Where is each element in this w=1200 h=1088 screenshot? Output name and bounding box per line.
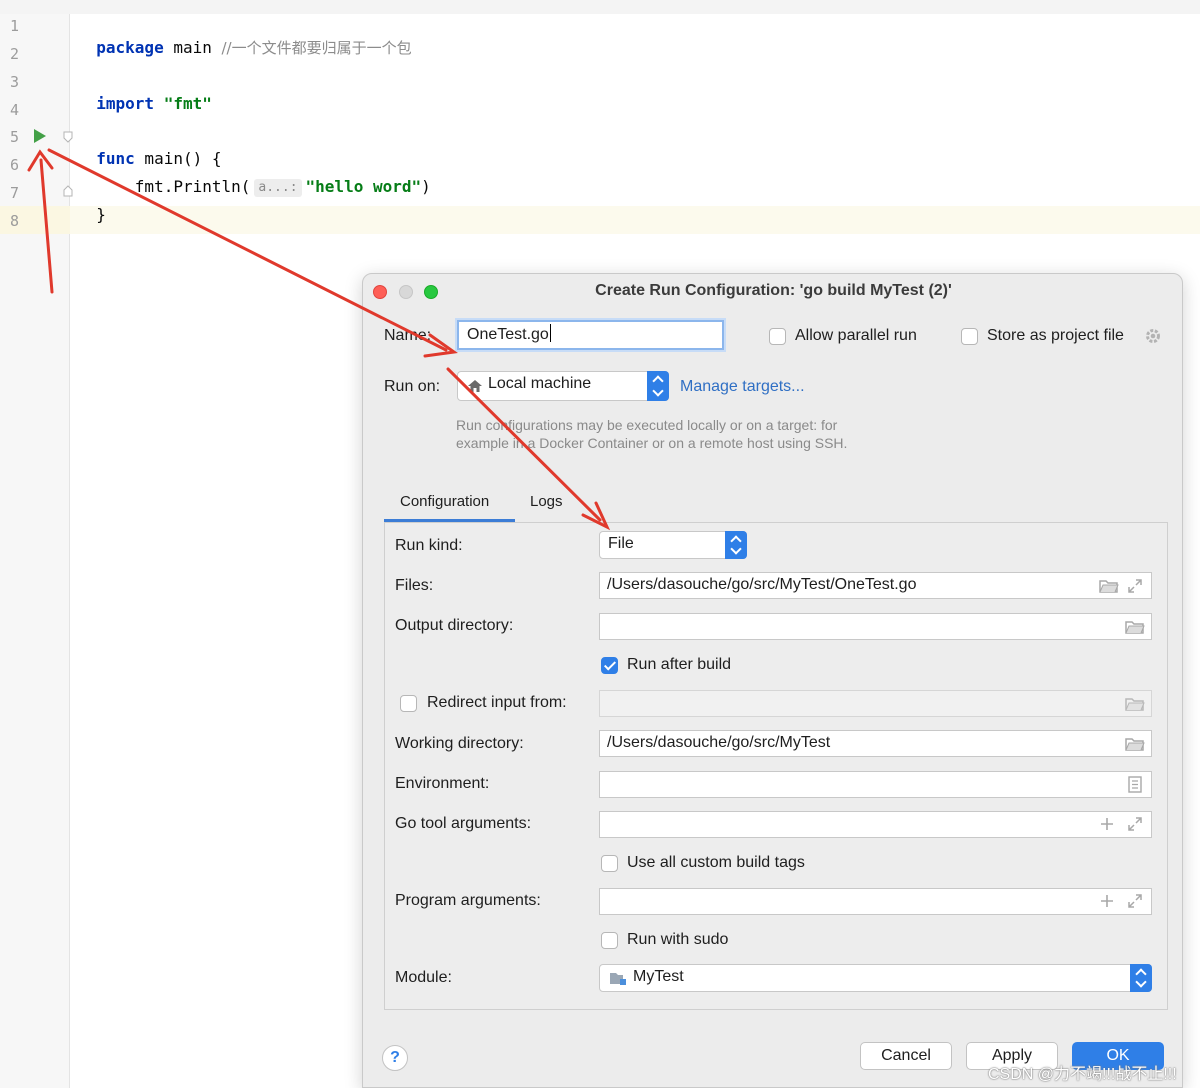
- run-after-build-label: Run after build: [627, 656, 732, 673]
- run-on-description-line: Run configurations may be executed local…: [456, 417, 838, 433]
- code-line-7[interactable]: }: [77, 182, 106, 226]
- code-line-6[interactable]: fmt.Println(a...: "hello word"): [77, 154, 431, 198]
- redirect-input-label: Redirect input from:: [427, 694, 567, 711]
- files-input[interactable]: /Users/dasouche/go/src/MyTest/OneTest.go: [599, 572, 1152, 599]
- line-number: 5: [10, 128, 20, 146]
- line-number: 6: [10, 156, 20, 174]
- expand-icon[interactable]: [1127, 893, 1143, 909]
- allow-parallel-label: Allow parallel run: [795, 327, 917, 344]
- program-arguments-label: Program arguments:: [395, 892, 541, 909]
- line-number: 4: [10, 101, 20, 119]
- manage-targets-link[interactable]: Manage targets...: [680, 378, 805, 396]
- custom-build-tags-label: Use all custom build tags: [627, 854, 805, 871]
- plus-icon[interactable]: [1100, 817, 1114, 831]
- code-string: "fmt": [154, 94, 212, 113]
- run-on-label: Run on:: [384, 378, 441, 395]
- redirect-input-field[interactable]: [599, 690, 1152, 717]
- list-icon[interactable]: [1128, 776, 1142, 793]
- fold-icon[interactable]: [63, 185, 73, 197]
- run-on-description-line: example in a Docker Container or on a re…: [456, 435, 848, 451]
- folder-icon[interactable]: [1125, 736, 1145, 752]
- line-number: 2: [10, 45, 20, 63]
- working-directory-value: /Users/dasouche/go/src/MyTest: [607, 734, 831, 751]
- name-input[interactable]: OneTest.go: [457, 320, 724, 350]
- output-directory-label: Output directory:: [395, 617, 514, 634]
- code-comment: //一个文件都要归属于一个包: [221, 39, 412, 57]
- code-keyword: import: [96, 94, 155, 113]
- code-string: "hello word": [305, 177, 422, 196]
- store-project-file-label: Store as project file: [987, 327, 1124, 344]
- watermark: CSDN @力不竭!!!战不止!!!: [988, 1066, 1177, 1083]
- code-text: }: [96, 205, 106, 224]
- fold-icon[interactable]: [63, 131, 73, 143]
- dialog-title: Create Run Configuration: 'go build MyTe…: [595, 282, 952, 299]
- chevron-updown-icon: [1130, 964, 1152, 992]
- plus-icon[interactable]: [1100, 894, 1114, 908]
- run-kind-value: File: [608, 535, 634, 552]
- files-label: Files:: [395, 577, 434, 594]
- current-line-highlight: [70, 206, 1200, 234]
- run-on-value: Local machine: [488, 375, 592, 392]
- run-on-description: Run configurations may be executed local…: [456, 416, 847, 452]
- text-caret: [549, 324, 551, 342]
- run-kind-label: Run kind:: [395, 537, 463, 554]
- parameter-hint: a...:: [254, 179, 302, 197]
- code-line-1[interactable]: package main //一个文件都要归属于一个包: [77, 15, 412, 59]
- code-text: main: [163, 38, 222, 57]
- custom-build-tags-checkbox[interactable]: [601, 855, 618, 872]
- files-input-value: /Users/dasouche/go/src/MyTest/OneTest.go: [607, 576, 917, 593]
- module-icon: [610, 973, 626, 985]
- redirect-input-checkbox[interactable]: [400, 695, 417, 712]
- editor-top-strip: [0, 0, 1200, 14]
- working-directory-input[interactable]: /Users/dasouche/go/src/MyTest: [599, 730, 1152, 757]
- folder-icon[interactable]: [1125, 619, 1145, 635]
- editor-gutter: [0, 14, 70, 1088]
- line-number: 7: [10, 184, 20, 202]
- run-kind-select[interactable]: File: [599, 531, 747, 559]
- code-keyword: package: [96, 38, 164, 57]
- help-button[interactable]: ?: [382, 1045, 408, 1071]
- tab-configuration[interactable]: Configuration: [400, 493, 489, 510]
- line-number: 3: [10, 73, 20, 91]
- program-arguments-input[interactable]: [599, 888, 1152, 915]
- run-configuration-dialog: Create Run Configuration: 'go build MyTe…: [362, 273, 1183, 1088]
- go-tool-arguments-input[interactable]: [599, 811, 1152, 838]
- store-project-file-checkbox[interactable]: [961, 328, 978, 345]
- folder-icon[interactable]: [1125, 696, 1145, 712]
- working-directory-label: Working directory:: [395, 735, 524, 752]
- chevron-updown-icon: [647, 371, 669, 401]
- module-value: MyTest: [633, 968, 684, 985]
- run-after-build-checkbox[interactable]: [601, 657, 618, 674]
- code-line-3[interactable]: import "fmt": [77, 71, 212, 115]
- run-icon[interactable]: [33, 128, 47, 144]
- module-select[interactable]: MyTest: [599, 964, 1152, 992]
- line-number: 1: [10, 17, 20, 35]
- environment-label: Environment:: [395, 775, 490, 792]
- expand-icon[interactable]: [1127, 816, 1143, 832]
- run-with-sudo-checkbox[interactable]: [601, 932, 618, 949]
- go-tool-arguments-label: Go tool arguments:: [395, 815, 532, 832]
- output-directory-input[interactable]: [599, 613, 1152, 640]
- name-label: Name:: [384, 327, 432, 344]
- run-on-select[interactable]: Local machine: [457, 371, 669, 401]
- allow-parallel-checkbox[interactable]: [769, 328, 786, 345]
- expand-icon[interactable]: [1127, 578, 1143, 594]
- gear-icon[interactable]: [1144, 327, 1162, 345]
- module-label: Module:: [395, 969, 452, 986]
- chevron-updown-icon: [725, 531, 747, 559]
- cancel-button[interactable]: Cancel: [860, 1042, 952, 1070]
- environment-input[interactable]: [599, 771, 1152, 798]
- name-input-value: OneTest.go: [467, 326, 549, 343]
- home-icon: [468, 380, 482, 392]
- run-with-sudo-label: Run with sudo: [627, 931, 729, 948]
- code-text: ): [421, 177, 431, 196]
- line-number: 8: [10, 212, 20, 230]
- code-text: fmt.Println(: [96, 177, 251, 196]
- tab-logs[interactable]: Logs: [530, 493, 563, 510]
- folder-icon[interactable]: [1099, 578, 1119, 594]
